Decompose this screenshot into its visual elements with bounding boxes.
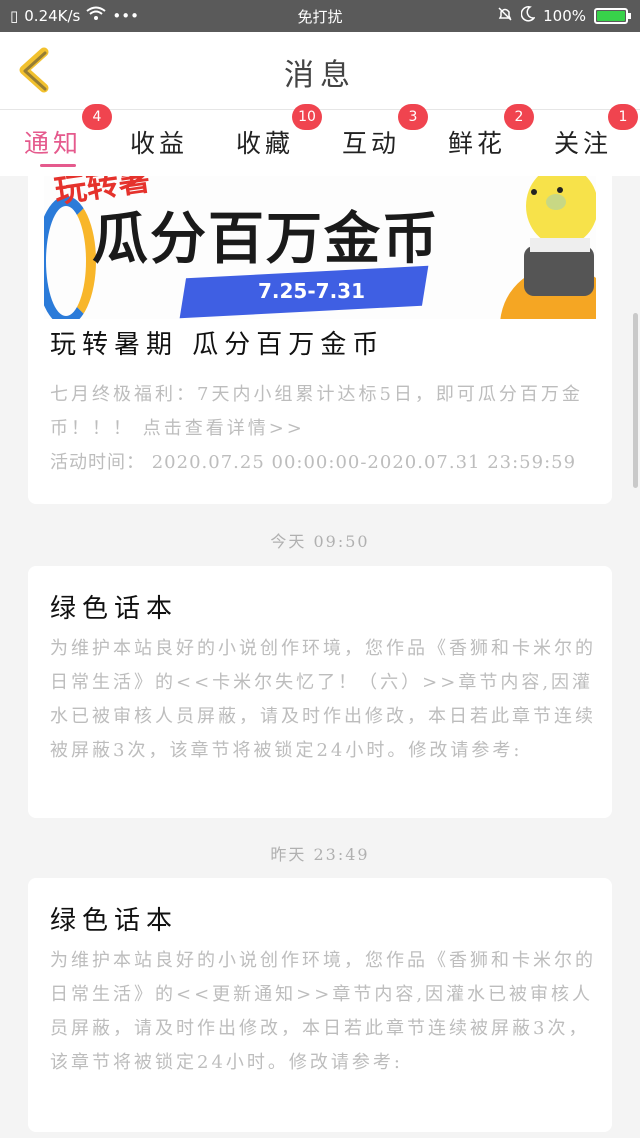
battery-percent: 100% (543, 7, 586, 25)
tab-favorites[interactable]: 收藏 10 (212, 104, 322, 176)
message-body: 七月终极福利：7天内小组累计达标5日，即可瓜分百万金币！！！ 点击查看详情>> (50, 384, 583, 439)
banner-decoration (44, 196, 96, 319)
message-body: 为维护本站良好的小说创作环境，您作品《香狮和卡米尔的日常生活》的<<更新通知>>… (50, 950, 596, 1073)
mascot-illustration (500, 176, 596, 319)
message-list[interactable]: 玩转暑 瓜分百万金币 7.25-7.31 玩转暑期 瓜分百万金币 七月终极福利：… (0, 176, 640, 1138)
scrollbar[interactable] (633, 313, 638, 488)
tab-interactions[interactable]: 互动 3 (318, 104, 428, 176)
message-card[interactable]: 绿色话本 为维护本站良好的小说创作环境，您作品《香狮和卡米尔的日常生活》的<<卡… (28, 566, 612, 818)
tab-earnings[interactable]: 收益 (106, 110, 212, 176)
battery-icon (594, 8, 631, 24)
event-time: 活动时间： 2020.07.25 00:00:00-2020.07.31 23:… (50, 452, 577, 473)
message-title: 绿色话本 (50, 906, 179, 936)
status-bar: ▯ 0.24K/s ••• 免打扰 100% (0, 0, 640, 32)
tab-flowers[interactable]: 鲜花 2 (424, 104, 534, 176)
event-banner[interactable]: 玩转暑 瓜分百万金币 7.25-7.31 (44, 176, 596, 319)
moon-icon (520, 6, 536, 26)
message-card[interactable]: 绿色话本 为维护本站良好的小说创作环境，您作品《香狮和卡米尔的日常生活》的<<更… (28, 878, 612, 1132)
message-body: 为维护本站良好的小说创作环境，您作品《香狮和卡米尔的日常生活》的<<卡米尔失忆了… (50, 638, 596, 761)
app-header: 消息 (0, 32, 640, 110)
tab-bar: 通知 4 收益 收藏 10 互动 3 鲜花 2 关注 1 (0, 104, 640, 176)
message-title: 绿色话本 (50, 594, 179, 624)
message-card[interactable]: 玩转暑 瓜分百万金币 7.25-7.31 玩转暑期 瓜分百万金币 七月终极福利：… (28, 176, 612, 504)
status-right: 100% (497, 6, 631, 26)
banner-title: 瓜分百万金币 (92, 207, 440, 272)
tab-follows[interactable]: 关注 1 (530, 104, 638, 176)
tab-notice[interactable]: 通知 4 (0, 104, 112, 176)
message-timestamp: 今天 09:50 (270, 532, 370, 551)
tab-badge: 1 (608, 104, 638, 130)
tab-label: 收益 (129, 129, 188, 158)
mute-bell-icon (497, 6, 513, 26)
banner-date: 7.25-7.31 (258, 279, 365, 303)
message-timestamp: 昨天 23:49 (270, 845, 370, 864)
message-title: 玩转暑期 瓜分百万金币 (50, 330, 385, 360)
battery-fill (597, 11, 625, 21)
page-title: 消息 (284, 58, 356, 93)
active-tab-indicator (40, 164, 76, 167)
